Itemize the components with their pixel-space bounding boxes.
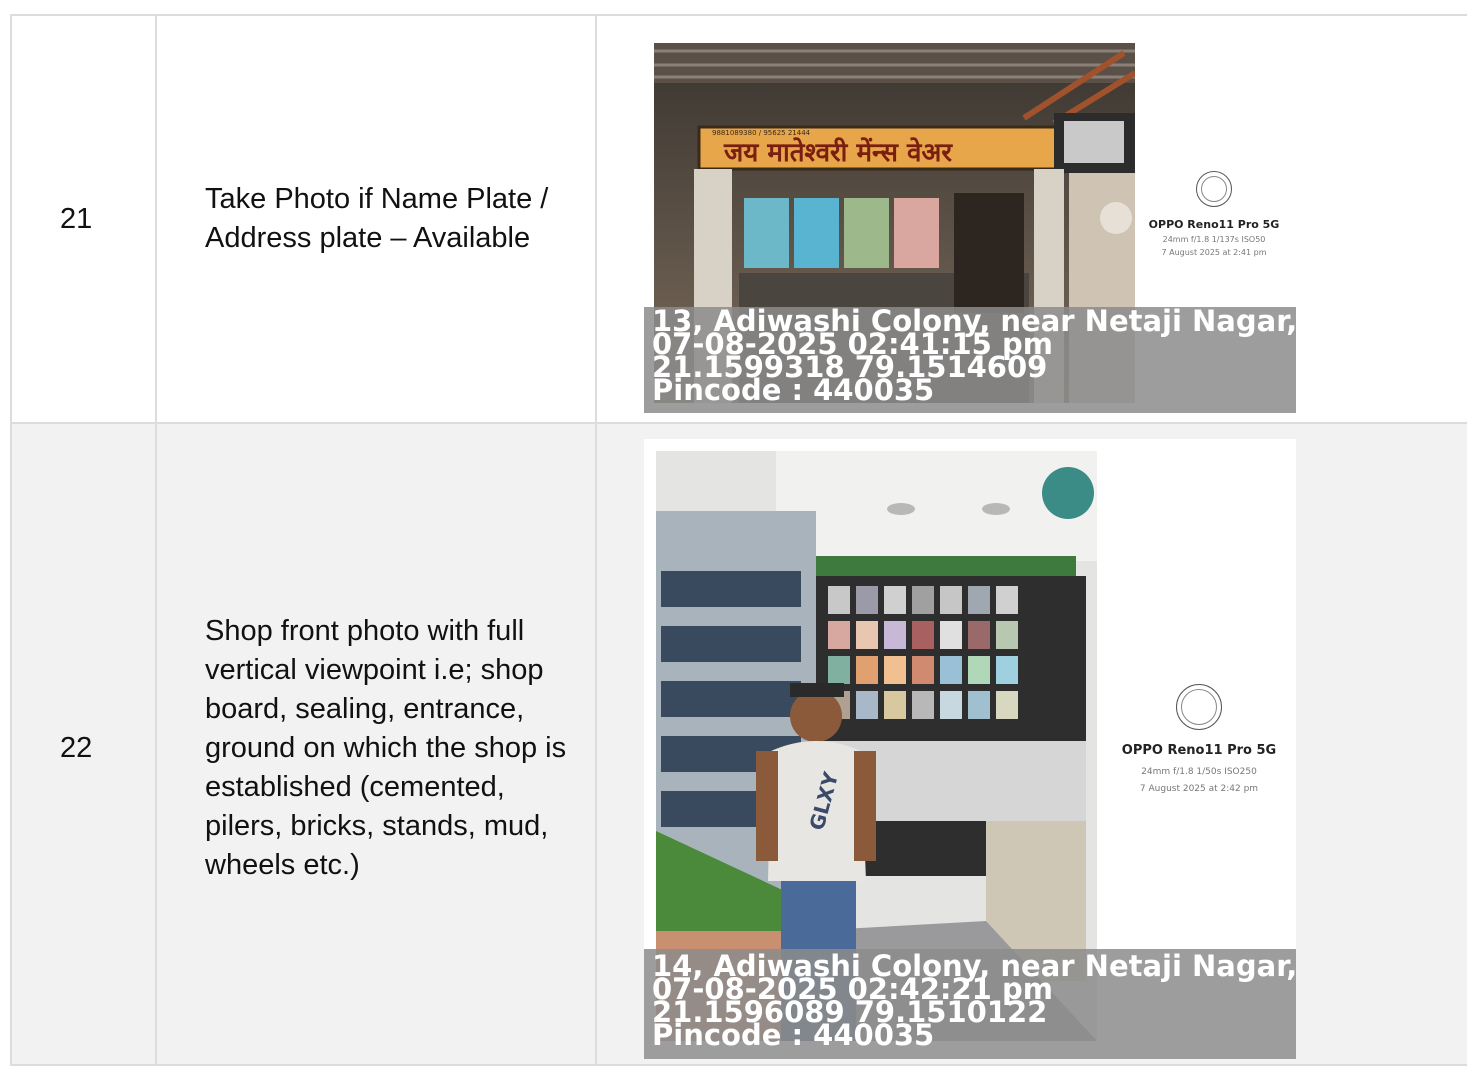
aperture-seal-icon [1176,684,1222,730]
geo-stamp: 13, Adiwashi Colony, near Netaji Nagar, … [644,307,1296,413]
survey-table: 21 Take Photo if Name Plate / Address pl… [10,14,1467,1066]
camera-model: OPPO Reno11 Pro 5G [1148,218,1280,231]
shop-photo: GLXY OPPO Reno11 Pro 5G 24mm f/1.8 1/50s… [644,439,1296,1059]
sign-small-text: 9881089380 / 95625 21444 [712,129,811,137]
sign-text: जय मातेश्वरी मेंन्स वेअर [723,137,953,168]
camera-model: OPPO Reno11 Pro 5G [1121,743,1277,758]
geo-stamp: 14, Adiwashi Colony, near Netaji Nagar, … [644,949,1296,1059]
row-description: Shop front photo with full vertical view… [155,422,597,1066]
row-description: Take Photo if Name Plate / Address plate… [155,14,597,424]
photo-cell: 9881089380 / 95625 21444 जय मातेश्वरी मे… [595,14,1467,424]
camera-info: OPPO Reno11 Pro 5G 24mm f/1.8 1/137s ISO… [1144,171,1284,259]
row-number-text: 22 [60,732,93,764]
camera-settings: 24mm f/1.8 1/50s ISO250 [1141,767,1257,777]
camera-date: 7 August 2025 at 2:42 pm [1139,784,1259,794]
shop-photo: 9881089380 / 95625 21444 जय मातेश्वरी मे… [644,41,1296,413]
row-number: 22 [10,422,157,1066]
aperture-seal-icon [1196,171,1232,207]
table-row: 21 Take Photo if Name Plate / Address pl… [10,14,1467,424]
camera-settings: 24mm f/1.8 1/137s ISO50 [1162,235,1266,244]
camera-date: 7 August 2025 at 2:41 pm [1161,248,1267,257]
row-number: 21 [10,14,157,424]
table-row: 22 Shop front photo with full vertical v… [10,422,1467,1066]
camera-info: OPPO Reno11 Pro 5G 24mm f/1.8 1/50s ISO2… [1119,684,1279,796]
row-description-text: Shop front photo with full vertical view… [205,615,567,881]
photo-cell: GLXY OPPO Reno11 Pro 5G 24mm f/1.8 1/50s… [595,422,1467,1066]
